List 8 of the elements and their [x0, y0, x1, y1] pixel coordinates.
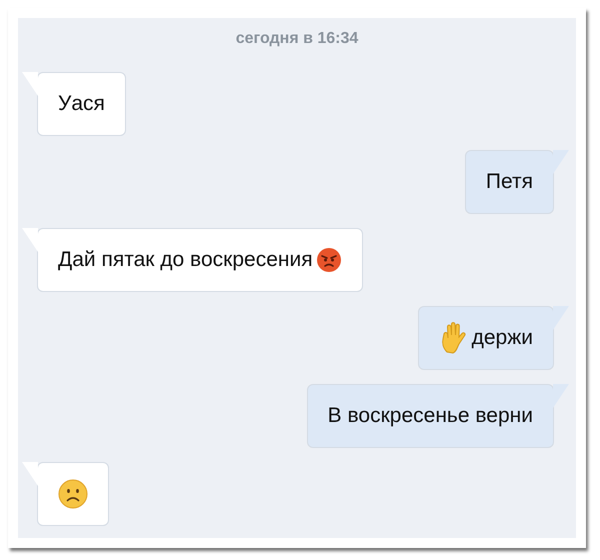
message-text: держи [472, 326, 533, 350]
frowning-face-icon [58, 479, 88, 509]
message-text: В воскресенье верни [328, 404, 533, 428]
message-text: Дай пятак до воскресения [58, 248, 313, 272]
date-divider: сегодня в 16:34 [236, 30, 358, 48]
message-text: Уася [58, 92, 105, 116]
angry-face-icon [316, 247, 342, 273]
message-text: Петя [486, 170, 533, 194]
